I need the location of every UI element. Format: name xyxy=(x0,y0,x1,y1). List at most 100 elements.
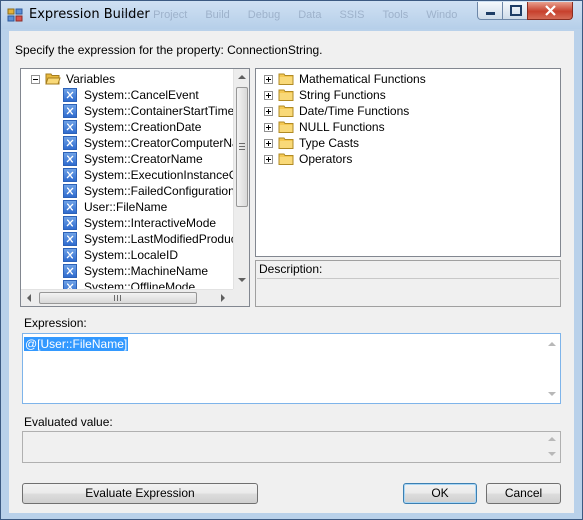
tree-item-label: Type Casts xyxy=(299,136,360,150)
expression-builder-icon xyxy=(7,8,23,22)
maximize-icon xyxy=(510,5,522,16)
tree-item-label: System::ExecutionInstanceGUI xyxy=(84,168,250,182)
tree-item-label: System::LastModifiedProductVe xyxy=(84,232,250,246)
folder-icon xyxy=(278,121,294,133)
description-content xyxy=(257,278,559,305)
tree-item-function-category[interactable]: Type Casts xyxy=(256,135,560,151)
tree-item-label: Date/Time Functions xyxy=(299,104,410,118)
scroll-thumb[interactable] xyxy=(236,87,248,207)
expand-toggle[interactable] xyxy=(264,139,273,148)
cancel-button[interactable]: Cancel xyxy=(486,483,561,504)
expand-toggle[interactable] xyxy=(264,155,273,164)
tree-item-variable[interactable]: System::FailedConfigurations xyxy=(21,183,241,199)
scroll-up-arrow[interactable] xyxy=(238,75,246,79)
expression-label: Expression: xyxy=(24,316,87,330)
variables-tree[interactable]: Variables System::CancelEvent System::Co… xyxy=(20,68,250,307)
variable-icon xyxy=(63,216,77,230)
variable-icon xyxy=(63,200,77,214)
tree-item-function-category[interactable]: String Functions xyxy=(256,87,560,103)
tree-item-variable[interactable]: System::ContainerStartTime xyxy=(21,103,235,119)
description-label: Description: xyxy=(259,262,323,276)
expand-toggle[interactable] xyxy=(264,107,273,116)
tree-item-label: System::CreationDate xyxy=(84,120,202,134)
tree-item-variable[interactable]: System::OfflineMode xyxy=(21,279,233,289)
collapse-toggle[interactable] xyxy=(31,75,40,84)
tree-item-label: System::MachineName xyxy=(84,264,209,278)
scroll-up-arrow[interactable] xyxy=(548,342,556,346)
tree-item-label: System::OfflineMode xyxy=(84,280,196,289)
tree-item-variable[interactable]: System::CancelEvent xyxy=(21,87,233,103)
expression-text: @[User::FileName] xyxy=(24,337,129,351)
tree-item-label: System::CreatorName xyxy=(84,152,203,166)
expand-toggle[interactable] xyxy=(264,91,273,100)
tree-item-function-category[interactable]: Mathematical Functions xyxy=(256,71,560,87)
functions-tree[interactable]: Mathematical Functions String Functions … xyxy=(255,68,561,257)
expand-toggle[interactable] xyxy=(264,123,273,132)
tree-item-function-category[interactable]: Date/Time Functions xyxy=(256,103,560,119)
variable-icon xyxy=(63,184,77,198)
tree-item-label: Operators xyxy=(299,152,353,166)
folder-icon xyxy=(278,105,294,117)
variable-icon xyxy=(63,168,77,182)
minimize-icon xyxy=(486,12,495,15)
scroll-down-arrow[interactable] xyxy=(548,452,556,456)
tree-item-variable[interactable]: System::CreationDate xyxy=(21,119,233,135)
tree-item-label: System::FailedConfigurations xyxy=(84,184,241,198)
background-menu-ghost: ew Project Build Debug Data SSIS Tools Windo xyxy=(121,9,458,21)
tree-item-label: User::FileName xyxy=(84,200,168,214)
minimize-button[interactable] xyxy=(477,2,503,20)
tree-item-label: System::CreatorComputerName xyxy=(84,136,250,150)
close-icon xyxy=(545,5,556,16)
close-button[interactable] xyxy=(527,2,573,20)
expression-textarea[interactable]: @[User::FileName] xyxy=(22,333,561,404)
tree-item-label: System::CancelEvent xyxy=(84,88,199,102)
tree-item-function-category[interactable]: NULL Functions xyxy=(256,119,560,135)
variable-icon xyxy=(63,120,77,134)
tree-item-variable[interactable]: System::MachineName xyxy=(21,263,233,279)
tree-item-variable[interactable]: System::CreatorComputerName xyxy=(21,135,249,151)
folder-icon xyxy=(278,137,294,149)
variable-icon xyxy=(63,280,77,289)
tree-item-variable[interactable]: System::LastModifiedProductVe xyxy=(21,231,249,247)
folder-icon xyxy=(278,73,294,85)
tree-item-variable[interactable]: System::InteractiveMode xyxy=(21,215,233,231)
tree-item-label: System::ContainerStartTime xyxy=(84,104,235,118)
tree-item-label: NULL Functions xyxy=(299,120,385,134)
tree-item-variable[interactable]: System::ExecutionInstanceGUI xyxy=(21,167,249,183)
folder-icon xyxy=(278,153,294,165)
variable-icon xyxy=(63,264,77,278)
tree-item-variables-root[interactable]: Variables xyxy=(21,71,233,87)
ok-button[interactable]: OK xyxy=(403,483,477,504)
tree-item-label: Mathematical Functions xyxy=(299,72,426,86)
maximize-button[interactable] xyxy=(502,2,528,20)
tree-item-variable[interactable]: System::CreatorName xyxy=(21,151,233,167)
scroll-right-arrow[interactable] xyxy=(221,294,225,302)
tree-item-variable[interactable]: System::LocaleID xyxy=(21,247,233,263)
variable-icon xyxy=(63,248,77,262)
variable-icon xyxy=(63,136,77,150)
tree-item-label: Variables xyxy=(66,72,116,86)
dialog-client-area: Specify the expression for the property:… xyxy=(9,31,574,513)
scroll-down-arrow[interactable] xyxy=(548,392,556,396)
tree-item-label: System::InteractiveMode xyxy=(84,216,217,230)
scroll-left-arrow[interactable] xyxy=(27,294,31,302)
expand-toggle[interactable] xyxy=(264,75,273,84)
evaluated-value-field xyxy=(22,431,561,463)
variables-vertical-scrollbar[interactable] xyxy=(233,69,249,289)
title-bar[interactable]: Expression Builder ew Project Build Debug Da… xyxy=(1,1,582,29)
scroll-up-arrow[interactable] xyxy=(548,437,556,441)
tree-item-variable[interactable]: User::FileName xyxy=(21,199,233,215)
evaluated-value-label: Evaluated value: xyxy=(24,415,113,429)
evaluate-expression-button[interactable]: Evaluate Expression xyxy=(22,483,258,504)
tree-item-label: String Functions xyxy=(299,88,386,102)
scroll-thumb[interactable] xyxy=(39,292,197,304)
variable-icon xyxy=(63,232,77,246)
variable-icon xyxy=(63,88,77,102)
variable-icon xyxy=(63,152,77,166)
tree-item-label: System::LocaleID xyxy=(84,248,179,262)
description-panel: Description: xyxy=(255,260,561,307)
variables-horizontal-scrollbar[interactable] xyxy=(21,289,233,306)
tree-item-function-category[interactable]: Operators xyxy=(256,151,560,167)
scroll-down-arrow[interactable] xyxy=(238,278,246,282)
folder-open-icon xyxy=(45,73,61,85)
